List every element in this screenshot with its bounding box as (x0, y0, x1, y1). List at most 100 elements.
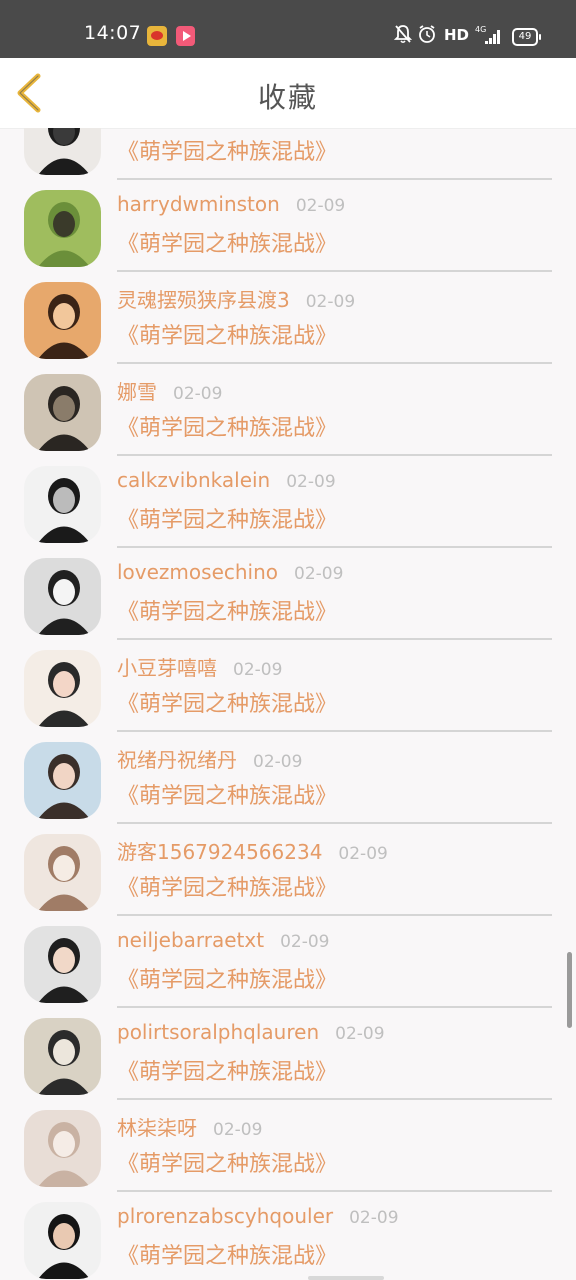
list-item[interactable]: 娜雪 02-09 《萌学园之种族混战》 (0, 366, 576, 458)
alarm-icon (419, 25, 435, 43)
list-item[interactable]: neiljebarraetxt 02-09 《萌学园之种族混战》 (0, 918, 576, 1010)
item-date: 02-09 (253, 752, 303, 772)
divider (117, 178, 552, 180)
item-date: 02-09 (335, 1024, 385, 1044)
avatar-image (24, 1110, 101, 1187)
avatar[interactable] (24, 834, 101, 911)
avatar-image (24, 650, 101, 727)
favorites-list[interactable]: golfbunddky02-09 《萌学园之种族混战》 harrydwminst… (0, 128, 576, 1280)
list-item[interactable]: 灵魂摆殒狭序县渡3 02-09 《萌学园之种族混战》 (0, 274, 576, 366)
list-item[interactable]: polirtsoralphqlauren 02-09 《萌学园之种族混战》 (0, 1010, 576, 1102)
avatar[interactable] (24, 466, 101, 543)
novel-title[interactable]: 《萌学园之种族混战》 (117, 594, 337, 626)
novel-title[interactable]: 《萌学园之种族混战》 (117, 134, 337, 166)
novel-title[interactable]: 《萌学园之种族混战》 (117, 686, 337, 718)
divider (117, 1098, 552, 1100)
item-date: 02-09 (286, 472, 336, 492)
item-date: 02-09 (338, 844, 388, 864)
user-name[interactable]: plrorenzabscyhqouler (117, 1204, 333, 1228)
page-title: 收藏 (257, 81, 318, 114)
avatar[interactable] (24, 558, 101, 635)
list-item[interactable]: harrydwminston 02-09 《萌学园之种族混战》 (0, 182, 576, 274)
avatar[interactable] (24, 926, 101, 1003)
user-name[interactable]: harrydwminston (117, 192, 280, 216)
avatar[interactable] (24, 650, 101, 727)
signal-icon: 4G (475, 25, 500, 44)
avatar-image (24, 742, 101, 819)
divider (117, 822, 552, 824)
novel-title[interactable]: 《萌学园之种族混战》 (117, 502, 337, 534)
novel-title[interactable]: 《萌学园之种族混战》 (117, 226, 337, 258)
item-date: 02-09 (173, 384, 223, 404)
item-date: 02-09 (280, 932, 330, 952)
novel-title[interactable]: 《萌学园之种族混战》 (117, 410, 337, 442)
divider (117, 1006, 552, 1008)
header: 收藏 (0, 58, 576, 129)
user-name[interactable]: 祝绪丹祝绪丹 (117, 748, 237, 772)
novel-title[interactable]: 《萌学园之种族混战》 (117, 778, 337, 810)
novel-title[interactable]: 《萌学园之种族混战》 (117, 318, 337, 350)
divider (117, 454, 552, 456)
battery-icon: 49 (512, 28, 541, 46)
list-item[interactable]: calkzvibnkalein 02-09 《萌学园之种族混战》 (0, 458, 576, 550)
novel-title[interactable]: 《萌学园之种族混战》 (117, 1146, 337, 1178)
status-bar: 14:07 HD 4G 49 (0, 0, 576, 58)
avatar[interactable] (24, 128, 101, 175)
user-name[interactable]: polirtsoralphqlauren (117, 1020, 319, 1044)
list-item[interactable]: golfbunddky02-09 《萌学园之种族混战》 (0, 128, 576, 182)
status-time: 14:07 (84, 22, 142, 44)
weibo-icon (147, 26, 167, 46)
avatar-image (24, 834, 101, 911)
scrollbar[interactable] (567, 952, 572, 1028)
novel-title[interactable]: 《萌学园之种族混战》 (117, 870, 337, 902)
avatar[interactable] (24, 1018, 101, 1095)
user-name[interactable]: calkzvibnkalein (117, 468, 270, 492)
video-app-icon (176, 26, 195, 46)
user-name[interactable]: neiljebarraetxt (117, 928, 264, 952)
list-item[interactable]: 林柒柒呀 02-09 《萌学园之种族混战》 (0, 1102, 576, 1194)
avatar[interactable] (24, 1202, 101, 1279)
list-item[interactable]: lovezmosechino 02-09 《萌学园之种族混战》 (0, 550, 576, 642)
home-indicator[interactable] (308, 1276, 384, 1280)
user-name[interactable]: lovezmosechino (117, 560, 278, 584)
item-date: 02-09 (233, 660, 283, 680)
divider (117, 914, 552, 916)
avatar-image (24, 128, 101, 175)
avatar[interactable] (24, 282, 101, 359)
novel-title[interactable]: 《萌学园之种族混战》 (117, 1238, 337, 1270)
avatar-image (24, 1202, 101, 1279)
avatar[interactable] (24, 374, 101, 451)
item-date: 02-09 (349, 1208, 399, 1228)
novel-title[interactable]: 《萌学园之种族混战》 (117, 962, 337, 994)
avatar-image (24, 558, 101, 635)
novel-title[interactable]: 《萌学园之种族混战》 (117, 1054, 337, 1086)
avatar-image (24, 926, 101, 1003)
item-date: 02-09 (295, 196, 346, 216)
list-item[interactable]: plrorenzabscyhqouler 02-09 《萌学园之种族混战》 (0, 1194, 576, 1280)
divider (117, 362, 552, 364)
user-name[interactable]: 游客1567924566234 (117, 840, 322, 864)
avatar[interactable] (24, 190, 101, 267)
divider (117, 546, 552, 548)
avatar[interactable] (24, 1110, 101, 1187)
hd-label: HD (444, 26, 470, 44)
avatar-image (24, 190, 101, 267)
item-date: 02-09 (213, 1120, 263, 1140)
list-item[interactable]: 祝绪丹祝绪丹 02-09 《萌学园之种族混战》 (0, 734, 576, 826)
avatar-image (24, 466, 101, 543)
item-date: 02-09 (294, 564, 344, 584)
avatar-image (24, 374, 101, 451)
divider (117, 270, 552, 272)
bell-off-icon (394, 25, 412, 44)
user-name[interactable]: 娜雪 (117, 380, 157, 404)
divider (117, 730, 552, 732)
list-item[interactable]: 游客1567924566234 02-09 《萌学园之种族混战》 (0, 826, 576, 918)
user-name[interactable]: 林柒柒呀 (117, 1116, 197, 1140)
avatar[interactable] (24, 742, 101, 819)
avatar-image (24, 1018, 101, 1095)
user-name[interactable]: 小豆芽嘻嘻 (117, 656, 217, 680)
divider (117, 638, 552, 640)
network-label: 4G (475, 25, 486, 34)
user-name[interactable]: 灵魂摆殒狭序县渡3 (117, 288, 290, 312)
list-item[interactable]: 小豆芽嘻嘻 02-09 《萌学园之种族混战》 (0, 642, 576, 734)
